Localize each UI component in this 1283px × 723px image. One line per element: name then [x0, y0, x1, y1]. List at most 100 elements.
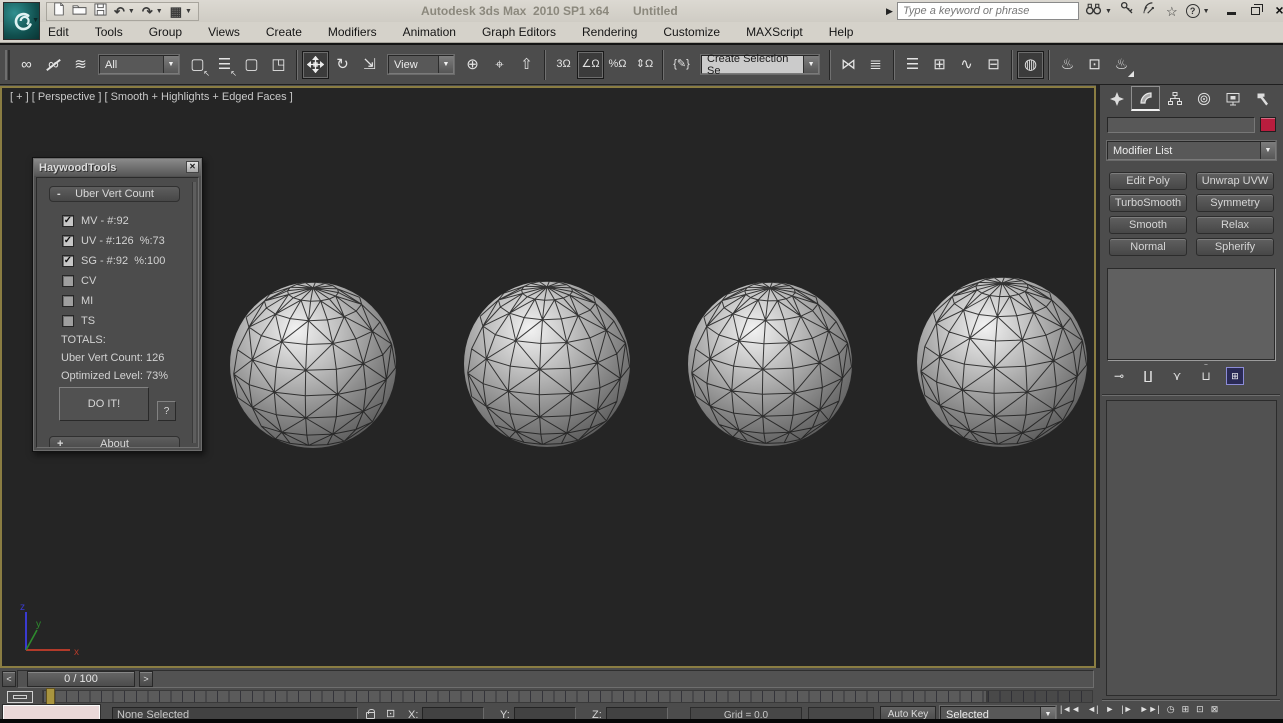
tab-create[interactable]	[1102, 86, 1131, 111]
infocenter-collapse-icon[interactable]: ▶	[886, 6, 893, 17]
tab-display[interactable]	[1218, 86, 1247, 111]
play-animation-icon[interactable]: ►	[1105, 705, 1114, 714]
checkbox[interactable]: ✓	[62, 295, 74, 307]
select-and-rotate-icon[interactable]: ↻	[329, 51, 356, 79]
dropdown-caret-icon[interactable]: ▼	[438, 56, 453, 73]
menu-item[interactable]: Views	[208, 25, 240, 39]
go-to-end-icon[interactable]: ►►|	[1140, 705, 1160, 714]
help-icon[interactable]: ?	[1186, 4, 1200, 18]
vert-count-checkbox-row[interactable]: ✓ TS	[62, 311, 165, 331]
rollout-area[interactable]	[1106, 400, 1277, 696]
search-options-caret-icon[interactable]: ▼	[1105, 8, 1112, 15]
menu-item[interactable]: Animation	[403, 25, 456, 39]
curve-editor-icon[interactable]: ∿	[953, 51, 980, 79]
modifier-button[interactable]: Edit Poly	[1109, 172, 1187, 190]
y-coordinate-field[interactable]	[514, 707, 576, 719]
make-unique-icon[interactable]: ⋎	[1168, 367, 1186, 385]
rectangular-selection-region-icon[interactable]: ▢	[238, 51, 265, 79]
graphite-ribbon-toggle-icon[interactable]: ⊞	[926, 51, 953, 79]
select-and-scale-icon[interactable]: ⇲	[356, 51, 383, 79]
unlink-selection-icon[interactable]: ∞	[40, 51, 67, 79]
rollout-collapse-icon[interactable]: -	[57, 188, 61, 200]
absolute-mode-icon[interactable]: ⊡	[386, 707, 395, 719]
quick-access-customize-caret-icon[interactable]: ▼	[185, 8, 192, 15]
haywoodtools-close-button[interactable]: ✕	[186, 161, 199, 173]
vert-count-checkbox-row[interactable]: ✓ SG - #:92 %:100	[62, 251, 165, 271]
maxscript-mini-listener[interactable]	[3, 705, 100, 719]
haywoodtools-help-button[interactable]: ?	[157, 401, 176, 421]
tab-hierarchy[interactable]	[1160, 86, 1189, 111]
material-editor-icon[interactable]: ◍	[1017, 51, 1044, 79]
named-selection-sets-dropdown[interactable]: Create Selection Se ▼	[701, 55, 819, 74]
modifier-button[interactable]: Smooth	[1109, 216, 1187, 234]
tab-utilities[interactable]	[1247, 86, 1276, 111]
keyboard-shortcut-override-icon[interactable]: ⇧	[513, 51, 540, 79]
favorites-star-icon[interactable]: ☆	[1166, 5, 1178, 18]
reference-coordinate-system-dropdown[interactable]: View ▼	[388, 55, 454, 74]
menu-item[interactable]: MAXScript	[746, 25, 803, 39]
selection-filter-dropdown[interactable]: All ▼	[99, 55, 179, 74]
help-caret-icon[interactable]: ▼	[1203, 8, 1210, 15]
key-filters-selection-dropdown[interactable]: Selected ▼	[940, 706, 1056, 719]
select-and-manipulate-icon[interactable]: ⌖	[486, 51, 513, 79]
dropdown-caret-icon[interactable]: ▼	[803, 56, 818, 73]
percent-snap-toggle-icon[interactable]: %Ω	[604, 51, 631, 79]
edit-named-selection-sets-icon[interactable]: {✎}	[668, 51, 695, 79]
viewport-label[interactable]: [ + ] [ Perspective ] [ Smooth + Highlig…	[10, 91, 293, 103]
modifier-button[interactable]: Relax	[1196, 216, 1274, 234]
modifier-button[interactable]: Symmetry	[1196, 194, 1274, 212]
new-scene-icon[interactable]	[53, 2, 65, 21]
undo-icon[interactable]: ↶	[114, 5, 125, 18]
search-input[interactable]	[897, 2, 1079, 20]
remove-modifier-icon[interactable]: ⊔‾	[1197, 367, 1215, 385]
do-it-button[interactable]: DO IT!	[59, 387, 149, 421]
auto-key-button[interactable]: Auto Key	[880, 706, 936, 719]
next-frame-arrow-button[interactable]: >	[139, 671, 153, 687]
vert-count-checkbox-row[interactable]: ✓ MV - #:92	[62, 211, 165, 231]
next-frame-icon[interactable]: |►	[1121, 705, 1132, 714]
modifier-button[interactable]: Spherify	[1196, 238, 1274, 256]
layer-manager-icon[interactable]: ☰	[899, 51, 926, 79]
time-slider-track[interactable]	[17, 670, 1094, 688]
menu-item[interactable]: Graph Editors	[482, 25, 556, 39]
undo-caret-icon[interactable]: ▼	[128, 8, 135, 15]
pan-view-icon[interactable]: ⊠	[1211, 705, 1219, 714]
checkbox[interactable]: ✓	[62, 255, 74, 267]
time-slider-frame-button[interactable]: 0 / 100	[27, 671, 135, 687]
selection-lock-icon[interactable]	[366, 712, 375, 719]
minimize-button[interactable]	[1224, 3, 1239, 17]
toolbar-handle[interactable]	[5, 50, 10, 80]
haywoodtools-title-bar[interactable]: HaywoodTools	[34, 159, 201, 176]
menu-item[interactable]: Help	[829, 25, 854, 39]
checkbox[interactable]: ✓	[62, 275, 74, 287]
pin-stack-icon[interactable]: ⊸	[1110, 367, 1128, 385]
spinner-snap-toggle-icon[interactable]: ⇕Ω	[631, 51, 658, 79]
menu-item[interactable]: Modifiers	[328, 25, 377, 39]
about-rollout-header[interactable]: + About	[49, 436, 180, 448]
window-crossing-toggle-icon[interactable]: ◳	[265, 51, 292, 79]
rendered-frame-window-icon[interactable]: ⊡	[1081, 51, 1108, 79]
rollout-expand-icon[interactable]: +	[57, 438, 63, 448]
communication-center-icon[interactable]	[1143, 1, 1158, 21]
haywoodtools-dialog[interactable]: HaywoodTools ✕ - Uber Vert Count ✓ MV - …	[32, 157, 203, 452]
vert-count-checkbox-row[interactable]: ✓ MI	[62, 291, 165, 311]
save-file-icon[interactable]	[94, 3, 107, 21]
vert-count-checkbox-row[interactable]: ✓ UV - #:126 %:73	[62, 231, 165, 251]
checkbox[interactable]: ✓	[62, 315, 74, 327]
schematic-view-icon[interactable]: ⊟	[980, 51, 1007, 79]
close-button[interactable]: ×	[1272, 3, 1283, 17]
tab-modify[interactable]	[1131, 86, 1160, 111]
vert-count-checkbox-row[interactable]: ✓ CV	[62, 271, 165, 291]
select-by-name-icon[interactable]: ☰↖	[211, 51, 238, 79]
maximize-viewport-toggle-icon[interactable]: ⊡	[1196, 705, 1204, 714]
align-icon[interactable]: ≣	[862, 51, 889, 79]
go-to-start-icon[interactable]: |◄◄	[1060, 705, 1080, 714]
show-end-result-icon[interactable]: ∐	[1139, 367, 1157, 385]
time-slider-handle[interactable]	[46, 688, 55, 705]
menu-item[interactable]: Edit	[48, 25, 69, 39]
mirror-icon[interactable]: ⋈	[835, 51, 862, 79]
snaps-toggle-icon[interactable]: 3Ω	[550, 51, 577, 79]
tab-motion[interactable]	[1189, 86, 1218, 111]
select-object-icon[interactable]: ▢↖	[184, 51, 211, 79]
uber-vert-count-rollout-header[interactable]: - Uber Vert Count	[49, 186, 180, 202]
